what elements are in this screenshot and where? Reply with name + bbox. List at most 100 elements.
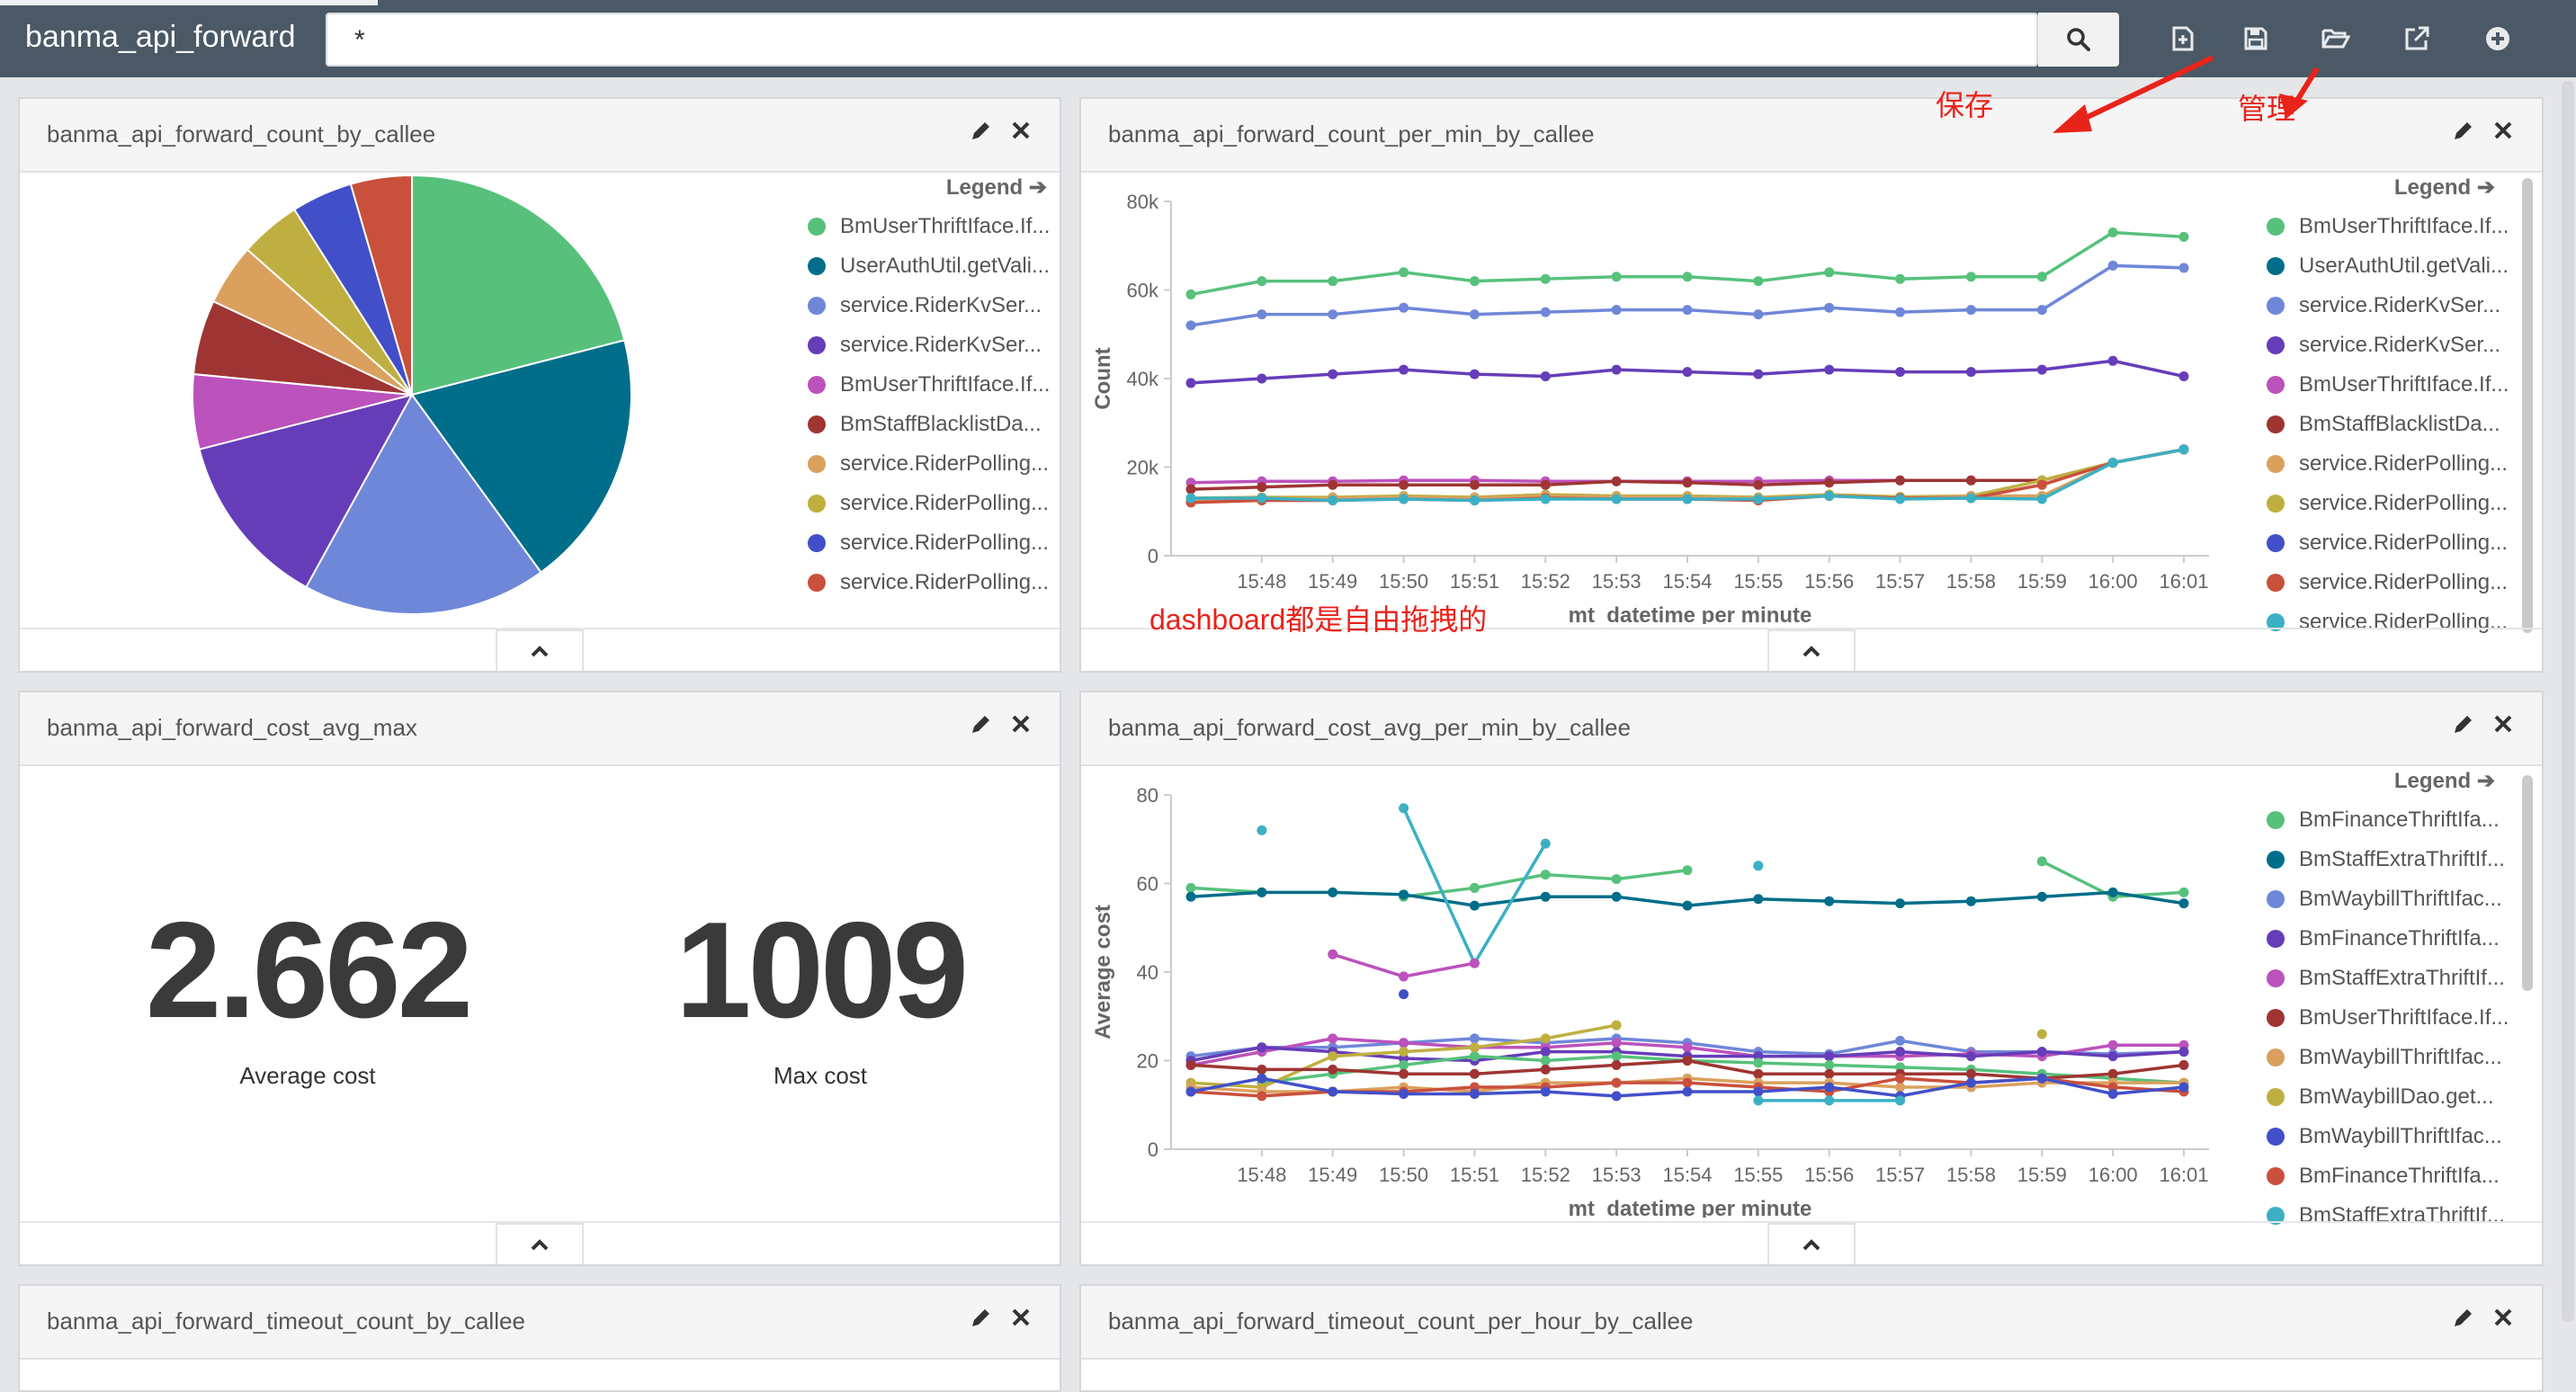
legend-item[interactable]: BmStaffExtraThriftIf... [2267, 959, 2508, 998]
add-panel-button[interactable] [2475, 16, 2520, 61]
legend-title[interactable]: Legend ➔ [808, 174, 1060, 207]
data-point[interactable] [1469, 1042, 1480, 1053]
collapse-toggle[interactable] [496, 629, 584, 671]
data-point[interactable] [1611, 1091, 1622, 1102]
data-point[interactable] [1399, 989, 1409, 1000]
legend-item[interactable]: BmFinanceThriftIfa... [2267, 1156, 2508, 1196]
data-point[interactable] [1611, 476, 1622, 486]
data-point[interactable] [1895, 307, 1906, 317]
legend-item[interactable]: BmWaybillDao.get... [2267, 1077, 2508, 1117]
data-point[interactable] [1895, 1035, 1906, 1046]
legend-item[interactable]: BmUserThriftIface.If... [808, 365, 1060, 405]
data-point[interactable] [2107, 1068, 2118, 1079]
legend-title[interactable]: Legend ➔ [2267, 174, 2508, 207]
data-point[interactable] [1540, 870, 1551, 880]
data-point[interactable] [1965, 1051, 1976, 1062]
close-icon[interactable] [2493, 1307, 2513, 1327]
data-point[interactable] [1399, 494, 1409, 504]
data-point[interactable] [1965, 493, 1976, 504]
collapse-toggle[interactable] [1767, 629, 1856, 671]
data-point[interactable] [2107, 227, 2118, 237]
data-point[interactable] [1540, 1056, 1551, 1066]
data-point[interactable] [1257, 309, 1267, 320]
data-point[interactable] [1399, 971, 1409, 982]
data-point[interactable] [1965, 1077, 1976, 1088]
data-point[interactable] [1257, 1042, 1267, 1053]
data-point[interactable] [1965, 475, 1976, 486]
pencil-icon[interactable] [2452, 120, 2473, 142]
data-point[interactable] [1540, 1064, 1551, 1075]
data-point[interactable] [2107, 260, 2118, 271]
data-point[interactable] [2036, 1073, 2047, 1084]
pencil-icon[interactable] [2452, 714, 2473, 736]
legend-item[interactable]: service.RiderPolling... [808, 444, 1060, 484]
data-point[interactable] [1185, 882, 1196, 893]
data-point[interactable] [2107, 355, 2118, 366]
data-point[interactable] [1469, 1051, 1480, 1062]
data-point[interactable] [2036, 1029, 2047, 1040]
data-point[interactable] [1611, 1020, 1622, 1031]
legend-item[interactable]: BmUserThriftIface.If... [2267, 365, 2509, 405]
data-point[interactable] [2178, 887, 2189, 897]
data-point[interactable] [1682, 900, 1693, 911]
data-point[interactable] [1895, 898, 1906, 909]
data-point[interactable] [1469, 1088, 1480, 1099]
data-point[interactable] [1895, 494, 1906, 504]
data-point[interactable] [1540, 891, 1551, 902]
legend-item[interactable]: service.RiderKvSer... [2267, 286, 2508, 326]
data-point[interactable] [2107, 887, 2118, 897]
pencil-icon[interactable] [970, 1307, 991, 1329]
data-point[interactable] [1824, 1068, 1835, 1079]
data-point[interactable] [1965, 367, 1976, 378]
legend-item[interactable]: BmWaybillThriftIfac... [2267, 1038, 2508, 1077]
legend-item[interactable]: service.RiderPolling... [2267, 444, 2508, 484]
data-point[interactable] [1611, 891, 1622, 902]
data-point[interactable] [1540, 1047, 1551, 1057]
data-point[interactable] [1540, 307, 1551, 317]
data-point[interactable] [1895, 1073, 1906, 1084]
data-point[interactable] [1611, 1077, 1622, 1088]
legend-item[interactable]: service.RiderPolling... [808, 523, 1060, 563]
data-point[interactable] [2036, 856, 2047, 867]
data-point[interactable] [1469, 882, 1480, 893]
data-point[interactable] [1399, 803, 1409, 814]
data-point[interactable] [2036, 494, 2047, 504]
data-point[interactable] [1257, 887, 1267, 897]
data-point[interactable] [1965, 305, 1976, 316]
data-point[interactable] [1399, 1068, 1409, 1079]
close-icon[interactable] [2493, 714, 2513, 734]
data-point[interactable] [1399, 267, 1409, 278]
data-point[interactable] [1753, 1057, 1764, 1068]
data-point[interactable] [1895, 273, 1906, 284]
data-point[interactable] [1753, 894, 1764, 905]
data-point[interactable] [1469, 1033, 1480, 1044]
data-point[interactable] [1753, 1068, 1764, 1079]
search-button[interactable] [2038, 13, 2119, 67]
data-point[interactable] [1185, 1086, 1196, 1097]
data-point[interactable] [1753, 1095, 1764, 1106]
data-point[interactable] [1824, 1051, 1835, 1062]
data-point[interactable] [1469, 958, 1480, 968]
legend-scrollbar[interactable] [2522, 178, 2533, 633]
data-point[interactable] [2107, 1040, 2118, 1050]
data-point[interactable] [2107, 1088, 2118, 1099]
data-point[interactable] [1328, 309, 1338, 320]
data-point[interactable] [1257, 1064, 1267, 1075]
legend-scrollbar[interactable] [2522, 775, 2533, 991]
data-point[interactable] [1611, 1059, 1622, 1070]
data-point[interactable] [1753, 494, 1764, 504]
data-point[interactable] [1399, 479, 1409, 490]
legend-item[interactable]: UserAuthUtil.getVali... [2267, 246, 2509, 286]
data-point[interactable] [1824, 896, 1835, 906]
data-point[interactable] [1328, 369, 1338, 379]
search-input[interactable]: * [326, 13, 2038, 67]
data-point[interactable] [1824, 491, 1835, 502]
data-point[interactable] [2178, 231, 2189, 242]
data-point[interactable] [1682, 1042, 1693, 1053]
data-point[interactable] [1328, 1064, 1338, 1075]
data-point[interactable] [1257, 482, 1267, 493]
data-point[interactable] [1753, 369, 1764, 379]
legend-item[interactable]: BmUserThriftIface.If... [808, 207, 1060, 246]
data-point[interactable] [1540, 494, 1551, 504]
close-icon[interactable] [1011, 1307, 1031, 1327]
